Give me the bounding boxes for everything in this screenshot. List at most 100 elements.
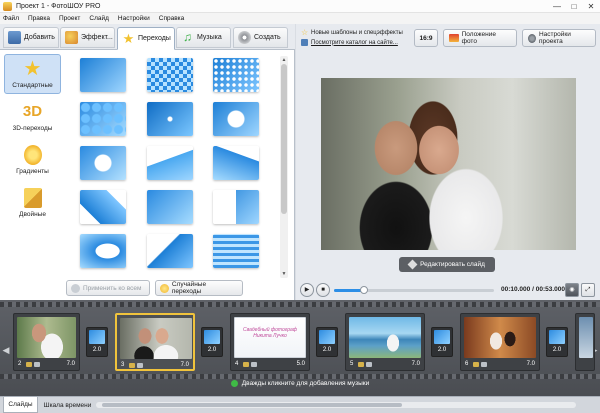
minimize-button[interactable]: — — [549, 0, 565, 13]
menu-help[interactable]: Справка — [159, 15, 185, 22]
menu-settings[interactable]: Настройки — [118, 15, 150, 22]
time-total: 00:53.000 — [535, 286, 565, 293]
category-standard-label: Стандартные — [12, 82, 53, 89]
transition-thumbnail[interactable] — [213, 190, 259, 224]
timeline-transition[interactable]: 2.0 — [431, 327, 453, 357]
timeline-left-arrow-icon[interactable]: ◀ — [2, 344, 10, 356]
camera-snapshot-button[interactable]: ◉ — [565, 283, 579, 297]
transition-thumbnail — [204, 330, 220, 344]
palette-icon — [65, 31, 78, 44]
gear-icon — [528, 33, 536, 43]
category-double[interactable]: Двойные — [4, 183, 61, 223]
tab-timeline-scale[interactable]: Шкала времени — [40, 397, 95, 413]
edit-icon — [473, 362, 479, 367]
wedding-photo — [321, 78, 576, 250]
stop-button[interactable]: ■ — [316, 283, 330, 297]
transition-thumbnail[interactable] — [80, 190, 126, 224]
menu-file[interactable]: Файл — [3, 15, 19, 22]
transitions-grid — [72, 56, 277, 278]
menu-project[interactable]: Проект — [59, 15, 80, 22]
seek-handle[interactable] — [360, 286, 369, 294]
edit-icon — [243, 362, 249, 367]
pencil-icon — [407, 259, 418, 270]
timeline-slide[interactable]: 2 7.0 — [13, 313, 80, 371]
transition-thumbnail[interactable] — [213, 146, 259, 180]
transition-thumbnail[interactable] — [147, 234, 193, 268]
timeline-scrollbar[interactable] — [96, 402, 576, 408]
scrollbar-thumb[interactable] — [281, 64, 287, 214]
transition-thumbnail[interactable] — [213, 102, 259, 136]
window-title: Проект 1 - ФотоШОУ PRO — [16, 2, 101, 10]
transition-duration: 2.0 — [437, 347, 447, 353]
timeline-transition[interactable]: 2.0 — [86, 327, 108, 357]
transition-thumbnail[interactable] — [213, 234, 259, 268]
menu-slide[interactable]: Слайд — [89, 15, 109, 22]
music-hint-label: Дважды кликните для добавления музыки — [241, 380, 370, 387]
slide-timeline: ◀ ▶ 2 7.0 2.0 3 7.0 2.0 Свадебный фотогр… — [0, 300, 600, 396]
catalog-link[interactable]: Посмотрите каталог на сайте... — [301, 39, 398, 46]
tab-transitions[interactable]: ★ Переходы — [117, 27, 175, 50]
transition-thumbnail[interactable] — [147, 58, 193, 92]
transition-thumbnail[interactable] — [80, 58, 126, 92]
category-gradients-label: Градиенты — [16, 168, 49, 175]
app-logo-icon — [3, 1, 12, 11]
transition-thumbnail[interactable] — [80, 102, 126, 136]
category-gradients[interactable]: Градиенты — [4, 140, 61, 180]
sound-icon — [34, 362, 40, 367]
play-button[interactable]: ▶ — [300, 283, 314, 297]
seek-slider[interactable] — [334, 286, 494, 294]
tab-create[interactable]: Создать — [233, 27, 288, 48]
timeline-slide[interactable]: 5 7.0 — [345, 313, 425, 371]
tab-add[interactable]: Добавить — [3, 27, 59, 48]
timeline-transition[interactable]: 2.0 — [201, 327, 223, 357]
timeline-transition[interactable]: 2.0 — [316, 327, 338, 357]
scroll-down-icon[interactable]: ▼ — [280, 270, 288, 278]
photo-position-label: Положение фото — [461, 31, 496, 45]
transition-thumbnail[interactable] — [80, 234, 126, 268]
tab-music[interactable]: ♫ Музыка — [176, 27, 231, 48]
transition-thumbnail[interactable] — [80, 146, 126, 180]
gradient-icon — [23, 145, 42, 165]
tab-music-label: Музыка — [197, 34, 222, 41]
menu-edit[interactable]: Правка — [28, 15, 50, 22]
star-icon: ★ — [122, 31, 135, 46]
random-transitions-button[interactable]: Случайные переходы — [155, 280, 243, 296]
timeline-slide[interactable]: 6 7.0 — [460, 313, 540, 371]
project-settings-label: Настройки проекта — [538, 31, 571, 45]
slide-preview[interactable] — [321, 78, 576, 250]
slide-thumbnail — [17, 317, 76, 358]
category-standard[interactable]: ★ Стандартные — [4, 54, 61, 94]
timeline-slide-selected[interactable]: 3 7.0 — [115, 313, 195, 371]
category-3d[interactable]: 3D 3D-переходы — [4, 97, 61, 137]
slide-thumbnail — [349, 317, 421, 358]
slide-number: 6 — [465, 361, 469, 367]
transition-duration: 2.0 — [322, 347, 332, 353]
tab-slides[interactable]: Слайды — [3, 397, 38, 413]
tab-effects-label: Эффект... — [81, 34, 113, 41]
photo-position-button[interactable]: Положение фото — [443, 29, 517, 47]
sound-icon — [481, 362, 487, 367]
timeline-transition[interactable]: 2.0 — [546, 327, 568, 357]
aspect-ratio-button[interactable]: 16:9 — [414, 29, 438, 47]
transition-thumbnail[interactable] — [147, 190, 193, 224]
star-icon: ★ — [23, 58, 42, 80]
maximize-button[interactable]: □ — [566, 0, 582, 13]
transitions-scrollbar[interactable]: ▲ ▼ — [280, 56, 288, 278]
timeline-slide-partial[interactable] — [575, 313, 595, 371]
tab-effects[interactable]: Эффект... — [60, 27, 115, 48]
player-controls: ▶ ■ 00:10.000 / 00:53.000 ◉ ⤢ — [296, 281, 600, 300]
apply-to-all-button[interactable]: Применить ко всем — [66, 280, 150, 296]
close-button[interactable]: ✕ — [583, 0, 599, 13]
transition-thumbnail[interactable] — [147, 146, 193, 180]
music-track-hint[interactable]: Дважды кликните для добавления музыки — [0, 380, 600, 387]
edit-slide-button[interactable]: Редактировать слайд — [399, 257, 495, 272]
timeline-slide[interactable]: Свадебный фотограф Никита Лучко 4 5.0 — [230, 313, 310, 371]
project-settings-button[interactable]: Настройки проекта — [522, 29, 596, 47]
scroll-up-icon[interactable]: ▲ — [280, 56, 288, 64]
new-templates-link[interactable]: ☆ Новые шаблоны и спецэффекты — [301, 29, 403, 37]
timeline-scrollbar-thumb[interactable] — [102, 403, 402, 407]
transition-thumbnail[interactable] — [213, 58, 259, 92]
transition-thumbnail[interactable] — [147, 102, 193, 136]
fullscreen-button[interactable]: ⤢ — [581, 283, 595, 297]
slide-duration: 7.0 — [526, 361, 535, 367]
